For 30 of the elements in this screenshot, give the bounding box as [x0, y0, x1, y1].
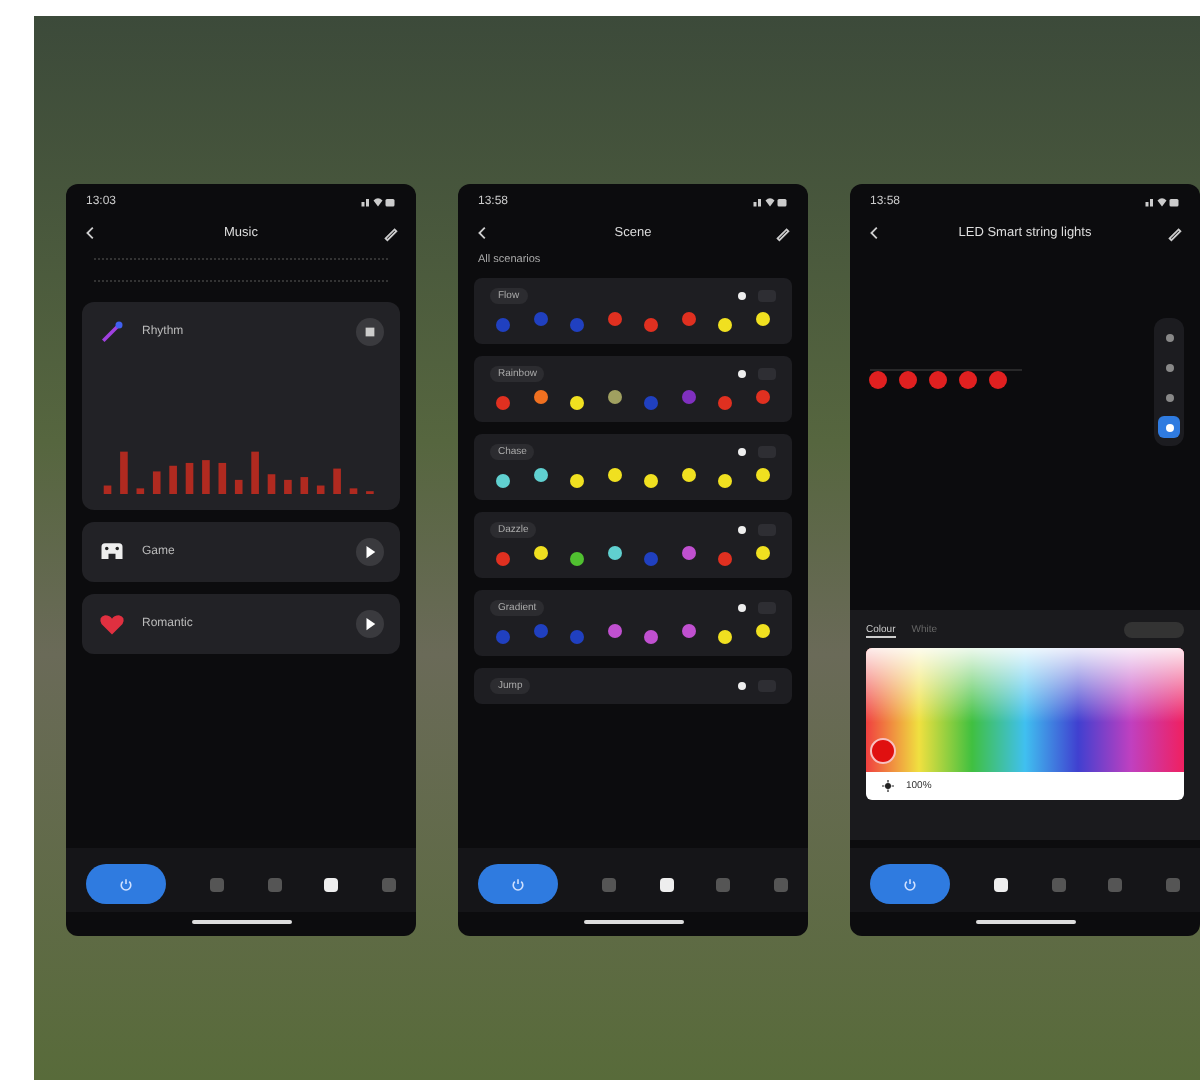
power-icon [510, 876, 526, 892]
power-button[interactable] [86, 864, 166, 904]
picker-handle[interactable] [870, 738, 896, 764]
play-button[interactable] [356, 610, 384, 638]
view-toggle[interactable] [1124, 622, 1184, 638]
wand-icon [98, 318, 126, 346]
edit-icon[interactable] [1166, 224, 1184, 242]
power-icon [902, 876, 918, 892]
nav-icon[interactable] [659, 877, 673, 891]
tool-button[interactable] [1158, 416, 1180, 438]
brightness-icon [882, 780, 894, 792]
light-dot-icon[interactable] [738, 604, 746, 612]
stop-button[interactable] [356, 318, 384, 346]
light-dot-icon[interactable] [738, 448, 746, 456]
status-icons [360, 196, 396, 208]
nav-icon[interactable] [993, 877, 1008, 891]
light-dot-icon[interactable] [738, 292, 746, 300]
power-button[interactable] [478, 864, 558, 904]
light-dot-icon[interactable] [738, 682, 746, 690]
heart-icon [98, 610, 126, 638]
nav-icon[interactable] [324, 877, 339, 891]
power-button[interactable] [870, 864, 950, 904]
light-dot-icon[interactable] [738, 370, 746, 378]
status-icons [1144, 196, 1180, 208]
power-icon [118, 876, 134, 892]
edit-icon[interactable] [382, 224, 400, 242]
status-icons [752, 196, 788, 208]
play-button[interactable] [356, 538, 384, 566]
edit-icon[interactable] [774, 224, 792, 242]
light-dot-icon[interactable] [738, 526, 746, 534]
